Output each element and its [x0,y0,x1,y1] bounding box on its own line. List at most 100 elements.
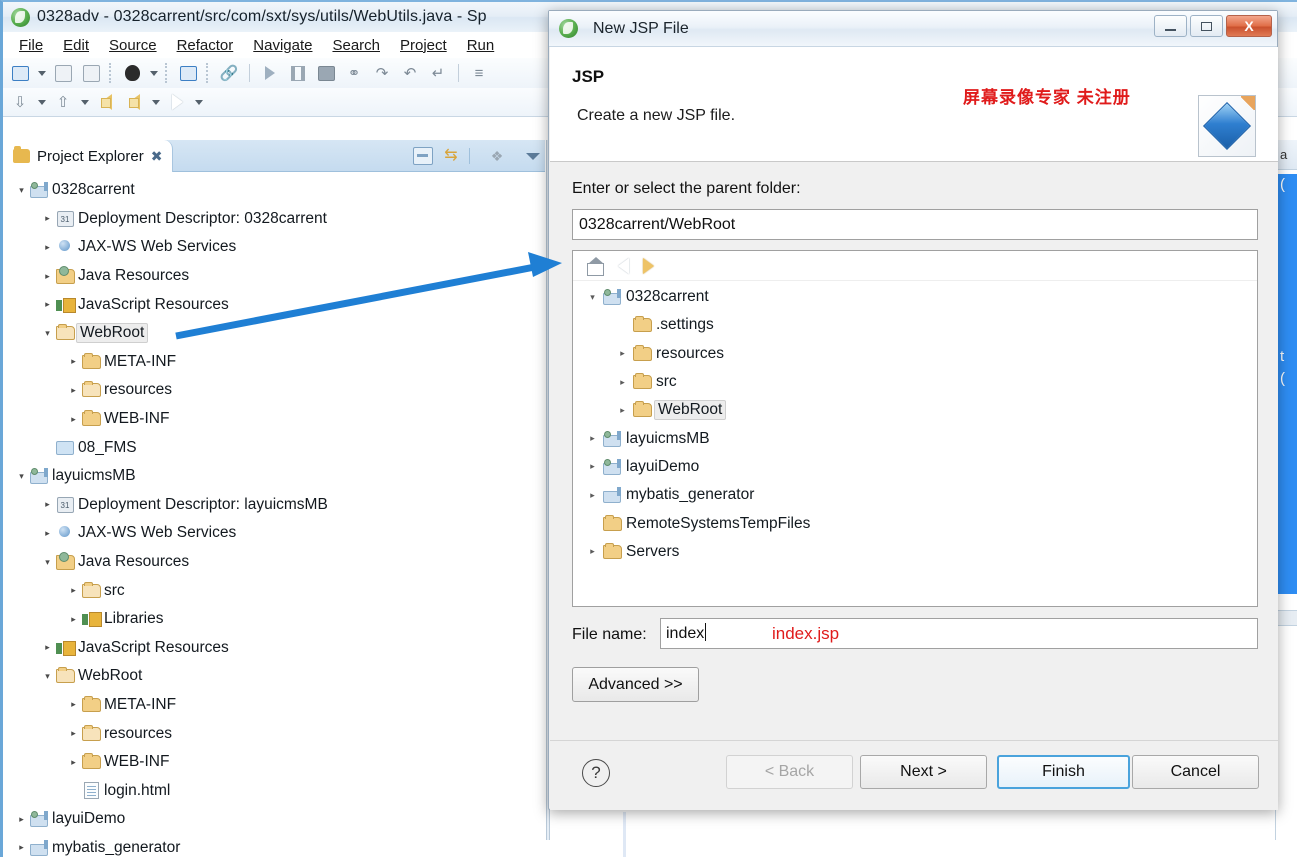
minimize-icon[interactable] [1154,15,1187,37]
menu-list-icon[interactable]: ≡ [466,61,492,85]
stop-icon[interactable] [313,61,339,85]
twisty-collapsed-icon[interactable]: ▸ [67,414,80,425]
tree-item-java-resources[interactable]: ▾ Java Resources [5,548,545,577]
console-icon[interactable] [175,61,201,85]
twisty-expanded-icon[interactable]: ▾ [585,292,600,303]
finish-button[interactable]: Finish [997,755,1130,789]
download-icon[interactable]: ⇩ [7,90,33,114]
forward-arrow-icon[interactable] [643,257,654,274]
dialog-tree-item-layuicmsmb[interactable]: ▸ layuicmsMB [573,424,1257,452]
twisty-collapsed-icon[interactable]: ▸ [67,614,80,625]
file-name-input[interactable]: index [660,618,1258,649]
twisty-expanded-icon[interactable]: ▾ [41,328,54,339]
advanced-button[interactable]: Advanced >> [572,667,699,702]
dialog-tree-item-src[interactable]: ▸ src [573,368,1257,396]
save-icon[interactable] [50,61,76,85]
menu-item-navigate[interactable]: Navigate [243,36,322,55]
dialog-tree-item-webroot[interactable]: ▸ WebRoot [573,396,1257,424]
dialog-tree-item-layuidemo[interactable]: ▸ layuiDemo [573,453,1257,481]
forward-arrow-icon[interactable] [164,90,190,114]
tree-item-0328carrent[interactable]: ▾ 0328carrent [5,176,545,205]
tree-item-layuicmsmb[interactable]: ▾ layuicmsMB [5,462,545,491]
dialog-tree-item-settings[interactable]: .settings [573,311,1257,339]
twisty-collapsed-icon[interactable]: ▸ [67,356,80,367]
twisty-expanded-icon[interactable]: ▾ [15,185,28,196]
tree-item-webroot[interactable]: ▾ WebRoot [5,662,545,691]
menu-item-file[interactable]: File [9,36,53,55]
twisty-collapsed-icon[interactable]: ▸ [67,699,80,710]
back-arrow-icon[interactable] [618,257,629,274]
tree-item-meta-inf[interactable]: ▸ META-INF [5,348,545,377]
help-icon[interactable]: ? [582,759,610,787]
tree-item-deployment-descriptor-0328carrent[interactable]: ▸ 31 Deployment Descriptor: 0328carrent [5,205,545,234]
menu-item-run[interactable]: Run [457,36,505,55]
tree-item-meta-inf[interactable]: ▸ META-INF [5,691,545,720]
back-arrow-icon[interactable] [93,90,119,114]
tree-item-java-resources[interactable]: ▸ Java Resources [5,262,545,291]
save-all-icon[interactable] [78,61,104,85]
tree-item-08-fms[interactable]: 08_FMS [5,433,545,462]
menu-item-edit[interactable]: Edit [53,36,99,55]
close-icon[interactable]: ✖ [151,148,163,165]
tree-item-web-inf[interactable]: ▸ WEB-INF [5,748,545,777]
next-button[interactable]: Next > [860,755,987,789]
tree-item-jax-ws-web-services[interactable]: ▸ JAX-WS Web Services [5,519,545,548]
upload-icon[interactable]: ⇧ [50,90,76,114]
tree-item-src[interactable]: ▸ src [5,576,545,605]
tree-item-deployment-descriptor-layuicmsmb[interactable]: ▸ 31 Deployment Descriptor: layuicmsMB [5,491,545,520]
twisty-collapsed-icon[interactable]: ▸ [15,814,28,825]
twisty-collapsed-icon[interactable]: ▸ [67,385,80,396]
twisty-collapsed-icon[interactable]: ▸ [67,728,80,739]
twisty-collapsed-icon[interactable]: ▸ [585,490,600,501]
twisty-collapsed-icon[interactable]: ▸ [615,405,630,416]
forward-dropdown-arrow-icon[interactable] [192,90,205,114]
new-file-icon[interactable] [7,61,33,85]
home-icon[interactable] [587,256,604,276]
graph-icon[interactable]: ⚭ [341,61,367,85]
menu-item-search[interactable]: Search [322,36,390,55]
tree-item-login-html[interactable]: login.html [5,776,545,805]
twisty-collapsed-icon[interactable]: ▸ [41,528,54,539]
tree-item-webroot[interactable]: ▾ WebRoot [5,319,545,348]
twisty-collapsed-icon[interactable]: ▸ [615,377,630,388]
twisty-collapsed-icon[interactable]: ▸ [41,271,54,282]
dialog-tree-item-mybatis-generator[interactable]: ▸ mybatis_generator [573,481,1257,509]
forward-back-arrow-icon[interactable] [121,90,147,114]
tab-project-explorer[interactable]: Project Explorer ✖ [5,140,174,172]
dialog-tree-item-resources[interactable]: ▸ resources [573,340,1257,368]
twisty-collapsed-icon[interactable]: ▸ [67,585,80,596]
run-icon[interactable] [257,61,283,85]
twisty-collapsed-icon[interactable]: ▸ [41,299,54,310]
upload-dropdown-arrow-icon[interactable] [78,90,91,114]
twisty-expanded-icon[interactable]: ▾ [41,671,54,682]
back-dropdown-arrow-icon[interactable] [149,90,162,114]
tree-item-javascript-resources[interactable]: ▸ JavaScript Resources [5,290,545,319]
twisty-collapsed-icon[interactable]: ▸ [615,348,630,359]
twisty-collapsed-icon[interactable]: ▸ [41,499,54,510]
tree-item-web-inf[interactable]: ▸ WEB-INF [5,405,545,434]
twisty-collapsed-icon[interactable]: ▸ [585,433,600,444]
person-icon[interactable] [119,61,145,85]
step-over-icon[interactable]: ↷ [369,61,395,85]
step-into-icon[interactable]: ↵ [425,61,451,85]
menu-item-refactor[interactable]: Refactor [167,36,244,55]
tree-item-libraries[interactable]: ▸ Libraries [5,605,545,634]
dialog-tree-item-servers[interactable]: ▸ Servers [573,538,1257,566]
parent-folder-input[interactable]: 0328carrent/WebRoot [572,209,1258,240]
collapse-all-icon[interactable] [413,147,433,165]
step-return-icon[interactable]: ↶ [397,61,423,85]
chevron-down-icon[interactable] [523,147,543,165]
menu-item-source[interactable]: Source [99,36,167,55]
twisty-collapsed-icon[interactable]: ▸ [585,461,600,472]
project-explorer-tree[interactable]: ▾ 0328carrent ▸ 31 Deployment Descriptor: 03… [5,174,545,857]
cancel-button[interactable]: Cancel [1132,755,1259,789]
link-break-icon[interactable]: 🔗 [216,61,242,85]
tree-item-resources[interactable]: ▸ resources [5,376,545,405]
twisty-collapsed-icon[interactable]: ▸ [41,213,54,224]
editor-horizontal-scrollbar[interactable] [1276,610,1297,626]
editor-tab[interactable]: a [1276,140,1297,170]
dialog-tree-item-0328carrent[interactable]: ▾ 0328carrent [573,283,1257,311]
download-dropdown-arrow-icon[interactable] [35,90,48,114]
twisty-expanded-icon[interactable]: ▾ [41,557,54,568]
twisty-collapsed-icon[interactable]: ▸ [15,842,28,853]
